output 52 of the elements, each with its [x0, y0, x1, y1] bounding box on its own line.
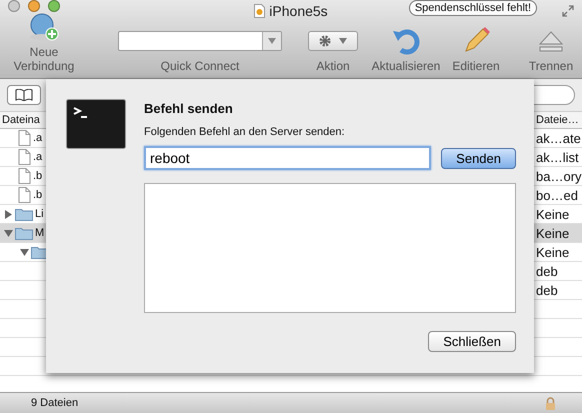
dropdown-caret-icon: [268, 38, 276, 44]
minimize-button[interactable]: [28, 0, 40, 12]
command-field[interactable]: reboot: [144, 146, 432, 170]
fullscreen-icon[interactable]: [562, 5, 574, 17]
edit-button[interactable]: Editieren: [444, 26, 508, 73]
file-name: M: [35, 227, 44, 239]
file-type: bo…ed: [536, 188, 579, 202]
document-icon: [254, 4, 266, 18]
file-type: ak…list: [536, 150, 580, 164]
disconnect-button[interactable]: Trennen: [520, 26, 582, 73]
column-header[interactable]: Dateina: [0, 112, 44, 128]
send-button[interactable]: Senden: [441, 148, 516, 168]
gear-icon: [319, 35, 331, 47]
lock-icon: [545, 396, 556, 410]
folder-icon: [15, 226, 33, 240]
donation-key-badge[interactable]: Spendenschlüssel fehlt!: [408, 0, 537, 16]
file-type: Keine: [536, 226, 570, 240]
action-button[interactable]: Aktion: [298, 26, 368, 73]
file-type: ba…ory: [536, 168, 582, 184]
folder-icon: [15, 207, 33, 221]
globe-plus-icon: [28, 12, 60, 42]
close-button[interactable]: [8, 0, 20, 12]
file-name: .b: [33, 189, 42, 201]
refresh-icon: [391, 27, 421, 55]
output-area[interactable]: [144, 183, 516, 313]
expanded-triangle-icon[interactable]: [4, 228, 13, 238]
eject-icon: [539, 30, 563, 52]
window-title: iPhone5s: [269, 3, 328, 19]
quick-connect-field[interactable]: [118, 31, 282, 51]
terminal-icon: [66, 99, 126, 149]
file-name: .b: [33, 170, 42, 182]
file-type: ak…ate: [536, 130, 582, 146]
file-name: .a: [33, 132, 42, 144]
file-name: Li: [35, 208, 44, 220]
sheet-title: Befehl senden: [144, 101, 234, 116]
file-name: .a: [33, 151, 42, 163]
zoom-button[interactable]: [48, 0, 60, 12]
file-type: deb: [536, 282, 559, 298]
close-sheet-button[interactable]: Schließen: [428, 331, 516, 352]
sheet-prompt: Folgenden Befehl an den Server senden:: [144, 126, 346, 138]
file-type: deb: [536, 264, 559, 278]
collapsed-triangle-icon[interactable]: [4, 210, 13, 218]
file-type: Keine: [536, 244, 570, 260]
bookmarks-button[interactable]: [7, 85, 41, 105]
refresh-button[interactable]: Aktualisieren: [368, 26, 444, 73]
new-connection-button[interactable]: Neue Verbindung: [0, 12, 88, 73]
quick-connect-label: Quick Connect: [160, 59, 240, 73]
file-type: Keine: [536, 206, 570, 222]
expanded-triangle-icon[interactable]: [20, 248, 29, 256]
book-icon: [15, 89, 33, 101]
file-count: 9 Dateien: [31, 397, 78, 409]
caret-icon: [339, 38, 347, 44]
